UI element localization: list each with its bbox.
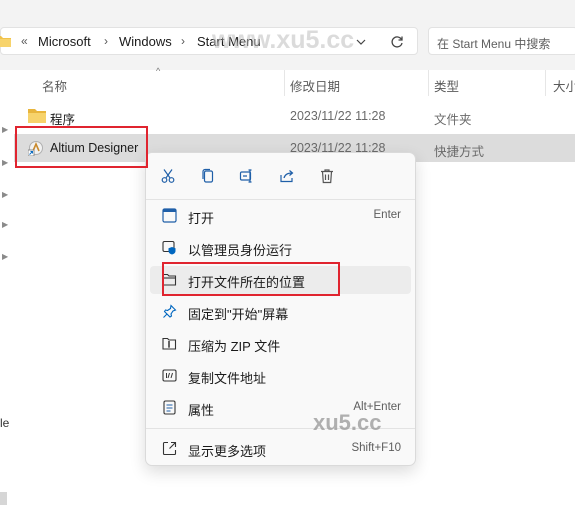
properties-icon: [161, 399, 178, 416]
watermark-bottom: xu5.cc: [313, 410, 382, 435]
delete-icon[interactable]: [316, 165, 338, 187]
cut-icon[interactable]: [157, 165, 179, 187]
menu-item-label: 压缩为 ZIP 文件: [188, 339, 281, 354]
folder-icon: [28, 109, 46, 123]
menu-item-label: 以管理员身份运行: [188, 243, 293, 258]
address-bar[interactable]: « Microsoft › Windows › Start Menu: [0, 27, 418, 55]
menu-item-label: 属性: [188, 403, 215, 418]
chevron-right-icon: ›: [104, 34, 108, 48]
breadcrumb-microsoft[interactable]: Microsoft: [38, 34, 91, 49]
breadcrumb-windows[interactable]: Windows: [119, 34, 172, 49]
file-row-folder[interactable]: 程序 2023/11/22 11:28 文件夹: [14, 102, 575, 130]
menu-item-run-as-admin[interactable]: 以管理员身份运行: [150, 234, 411, 262]
column-header-modified[interactable]: 修改日期: [290, 76, 340, 95]
menu-item-label: 显示更多选项: [188, 444, 267, 459]
menu-item-label: 固定到"开始"屏幕: [188, 307, 289, 322]
open-icon: [161, 207, 178, 224]
file-modified: 2023/11/22 11:28: [290, 109, 386, 123]
expand-chevron-icon[interactable]: ▶: [2, 220, 8, 229]
file-type: 快捷方式: [434, 145, 485, 159]
menu-item-open[interactable]: 打开 Enter: [150, 202, 411, 230]
folder-open-icon: [161, 271, 178, 288]
menu-item-compress-zip[interactable]: 压缩为 ZIP 文件: [150, 330, 411, 358]
pin-icon: [161, 303, 178, 320]
zip-icon: [161, 335, 178, 352]
altium-shortcut-icon: [28, 141, 43, 156]
menu-item-copy-path[interactable]: 复制文件地址: [150, 362, 411, 390]
column-header-name[interactable]: 名称: [42, 76, 67, 95]
share-icon[interactable]: [276, 165, 298, 187]
folder-icon: [0, 36, 11, 47]
more-options-icon: [161, 440, 178, 457]
menu-item-shortcut: Shift+F10: [351, 442, 401, 454]
column-divider[interactable]: [284, 70, 285, 96]
rename-icon[interactable]: [236, 165, 258, 187]
scrollbar[interactable]: [0, 492, 7, 505]
search-input[interactable]: 在 Start Menu 中搜索: [428, 27, 575, 55]
menu-separator: [146, 199, 415, 200]
column-divider[interactable]: [545, 70, 546, 96]
watermark-top: www.xu5.cc: [212, 26, 355, 54]
menu-item-label: 打开文件所在的位置: [188, 275, 306, 290]
menu-item-show-more-options[interactable]: 显示更多选项 Shift+F10: [150, 435, 411, 463]
nav-item-text: le: [0, 416, 10, 430]
breadcrumb-overflow[interactable]: «: [21, 34, 28, 48]
copy-icon[interactable]: [197, 165, 219, 187]
file-name: Altium Designer: [50, 141, 139, 155]
refresh-icon[interactable]: [387, 32, 407, 52]
menu-item-pin-to-start[interactable]: 固定到"开始"屏幕: [150, 298, 411, 326]
menu-item-open-file-location[interactable]: 打开文件所在的位置: [150, 266, 411, 294]
admin-shield-icon: [161, 239, 178, 256]
menu-item-label: 复制文件地址: [188, 371, 267, 386]
expand-chevron-icon[interactable]: ▶: [2, 125, 8, 134]
menu-item-shortcut: Enter: [373, 209, 402, 221]
chevron-right-icon: ›: [181, 34, 185, 48]
file-name: 程序: [50, 113, 76, 127]
column-header-size[interactable]: 大小: [553, 76, 575, 95]
expand-chevron-icon[interactable]: ▶: [2, 190, 8, 199]
expand-chevron-icon[interactable]: ▶: [2, 158, 8, 167]
copy-path-icon: [161, 367, 178, 384]
column-divider[interactable]: [428, 70, 429, 96]
menu-item-label: 打开: [188, 211, 215, 226]
expand-chevron-icon[interactable]: ▶: [2, 252, 8, 261]
sort-ascending-icon: ^: [156, 66, 161, 76]
column-header-type[interactable]: 类型: [434, 76, 459, 95]
navigation-pane[interactable]: ▶ ▶ ▶ ▶ ▶: [0, 70, 12, 505]
file-type: 文件夹: [434, 113, 472, 127]
search-placeholder: 在 Start Menu 中搜索: [437, 37, 551, 51]
